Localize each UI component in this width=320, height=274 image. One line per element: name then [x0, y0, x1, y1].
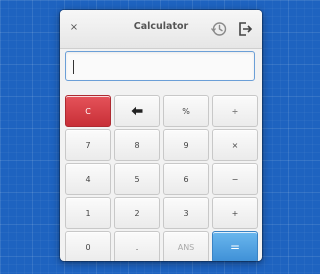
digit-6-button[interactable]: 6: [163, 163, 209, 195]
equals-button[interactable]: =: [212, 231, 258, 261]
percent-button[interactable]: %: [163, 95, 209, 127]
digit-8-button[interactable]: 8: [114, 129, 160, 161]
backspace-button[interactable]: [114, 95, 160, 127]
decimal-point-button[interactable]: .: [114, 231, 160, 261]
digit-5-button[interactable]: 5: [114, 163, 160, 195]
digit-9-button[interactable]: 9: [163, 129, 209, 161]
digit-4-button[interactable]: 4: [65, 163, 111, 195]
digit-2-button[interactable]: 2: [114, 197, 160, 229]
expression-input[interactable]: [66, 52, 254, 80]
export-icon[interactable]: [236, 20, 254, 38]
subtract-button[interactable]: −: [212, 163, 258, 195]
keypad: C % ÷ 7 8 9 × 4 5 6 − 1 2 3 + 0 . ANS =: [65, 95, 260, 261]
calculator-window: × Calculator C % ÷ 7 8 9 × 4 5 6 − 1 2 3…: [60, 10, 262, 261]
window-title: Calculator: [133, 21, 189, 32]
clear-button[interactable]: C: [65, 95, 111, 127]
digit-1-button[interactable]: 1: [65, 197, 111, 229]
digit-7-button[interactable]: 7: [65, 129, 111, 161]
multiply-button[interactable]: ×: [212, 129, 258, 161]
divide-button[interactable]: ÷: [212, 95, 258, 127]
history-icon[interactable]: [210, 20, 228, 38]
ans-button[interactable]: ANS: [163, 231, 209, 261]
display-field[interactable]: [65, 51, 255, 81]
text-cursor: [73, 60, 74, 74]
digit-3-button[interactable]: 3: [163, 197, 209, 229]
digit-0-button[interactable]: 0: [65, 231, 111, 261]
backspace-arrow-icon: [131, 106, 143, 116]
add-button[interactable]: +: [212, 197, 258, 229]
title-bar: × Calculator: [60, 10, 262, 49]
